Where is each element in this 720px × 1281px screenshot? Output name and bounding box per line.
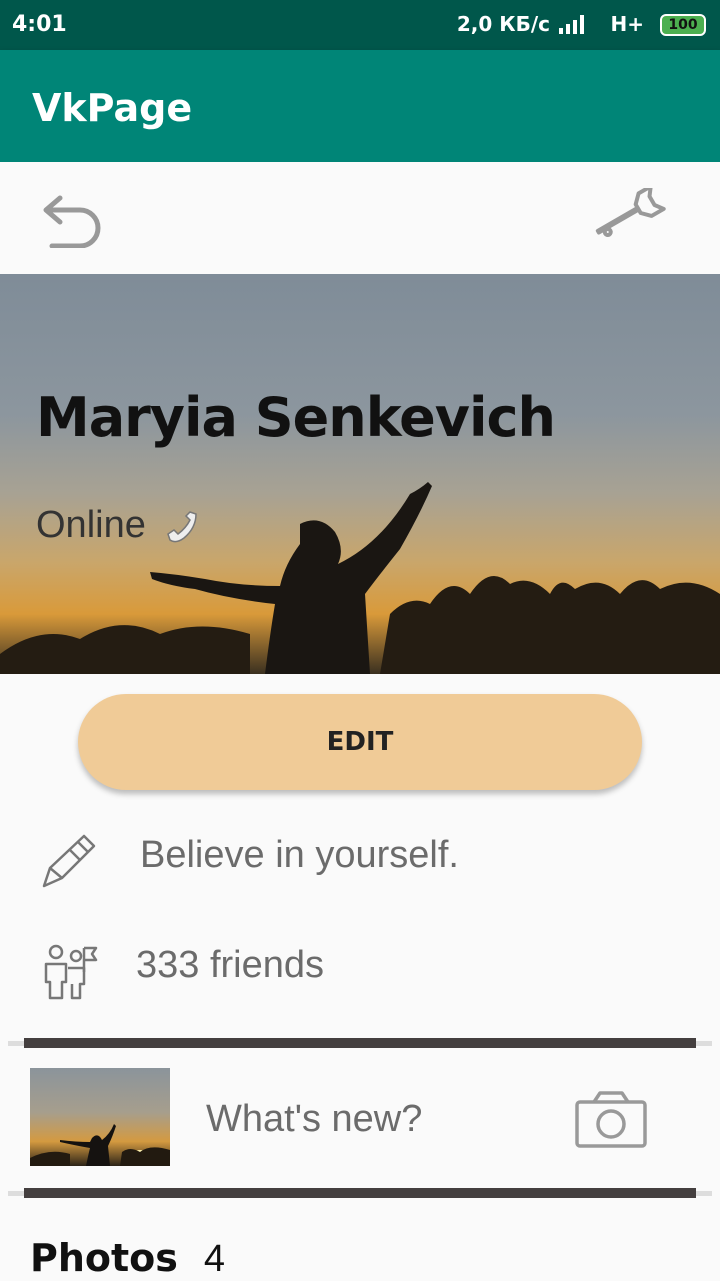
friends-count: 333 friends [136, 944, 325, 986]
status-text: Believe in yourself. [140, 834, 459, 876]
network-type: H+ [610, 12, 645, 36]
battery-icon: 100 [660, 14, 706, 36]
wrench-icon[interactable] [592, 188, 672, 248]
photos-header[interactable]: Photos 4 [30, 1236, 225, 1281]
divider [24, 1038, 696, 1048]
photos-count: 4 [203, 1238, 226, 1280]
profile-name: Maryia Senkevich [36, 386, 556, 449]
status-time: 4:01 [12, 12, 67, 37]
cover-silhouette [0, 482, 720, 674]
toolbar [0, 162, 720, 274]
pencil-icon [42, 834, 96, 888]
friends-row[interactable]: 333 friends [0, 920, 720, 1020]
camera-icon[interactable] [574, 1090, 648, 1148]
photos-label: Photos [30, 1236, 178, 1280]
app-bar: VkPage [0, 50, 720, 162]
app-title: VkPage [32, 86, 193, 130]
divider [24, 1188, 696, 1198]
back-arrow-icon[interactable] [40, 192, 106, 248]
new-post-row: What's new? [0, 1048, 720, 1188]
avatar-silhouette [30, 1124, 170, 1166]
phone-icon [167, 511, 198, 543]
status-bar: 4:01 2,0 КБ/с H+ 100 [0, 0, 720, 50]
friends-icon [44, 944, 98, 1000]
edit-button[interactable]: EDIT [78, 694, 642, 790]
net-speed: 2,0 КБ/с [456, 12, 550, 36]
status-text-row[interactable]: Believe in yourself. [0, 810, 720, 910]
avatar[interactable] [30, 1068, 170, 1166]
whats-new-input[interactable]: What's new? [206, 1098, 422, 1141]
signal-icon [559, 15, 584, 34]
online-status-text: Online [36, 504, 146, 546]
online-status: Online [36, 504, 198, 547]
cover-photo: Maryia Senkevich Online [0, 274, 720, 674]
